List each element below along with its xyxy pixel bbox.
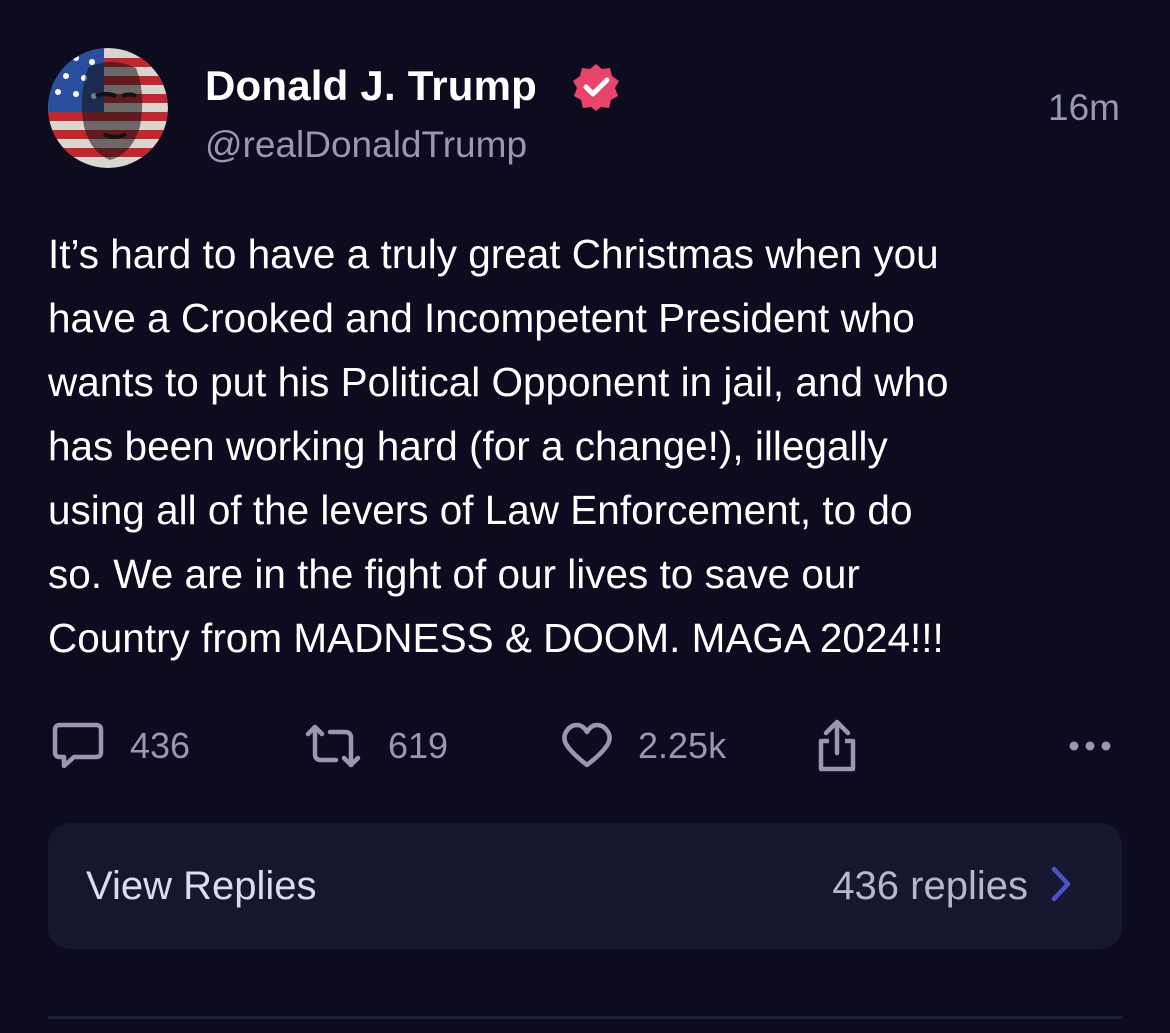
heart-icon — [560, 721, 614, 771]
author-display-name[interactable]: Donald J. Trump — [205, 62, 537, 110]
share-button[interactable] — [812, 715, 862, 777]
post-divider — [48, 1016, 1122, 1019]
post-body-text: It’s hard to have a truly great Christma… — [48, 231, 949, 661]
view-replies-button[interactable]: View Replies 436 replies — [48, 823, 1122, 949]
like-button[interactable]: 2.25k — [560, 715, 726, 777]
author-handle[interactable]: @realDonaldTrump — [205, 124, 527, 166]
repost-count: 619 — [388, 725, 449, 766]
verified-badge-icon — [571, 62, 621, 112]
share-icon — [812, 717, 862, 775]
like-count: 2.25k — [638, 725, 727, 766]
post-card: Donald J. Trump @realDonaldTrump 16m It’… — [0, 0, 1170, 1033]
author-avatar[interactable] — [48, 48, 168, 168]
chevron-right-icon — [1050, 865, 1072, 908]
repost-button[interactable]: 619 — [302, 715, 448, 777]
view-replies-label: View Replies — [86, 863, 317, 908]
more-horizontal-icon — [1066, 736, 1116, 756]
more-options-button[interactable] — [1066, 715, 1116, 777]
comment-icon — [50, 720, 106, 772]
post-timestamp: 16m — [1048, 87, 1120, 128]
replies-count-text: 436 replies — [832, 863, 1028, 908]
reply-count: 436 — [130, 725, 191, 766]
repost-icon — [302, 720, 364, 772]
reply-button[interactable]: 436 — [50, 715, 190, 777]
flag-portrait-avatar-icon — [48, 48, 168, 168]
